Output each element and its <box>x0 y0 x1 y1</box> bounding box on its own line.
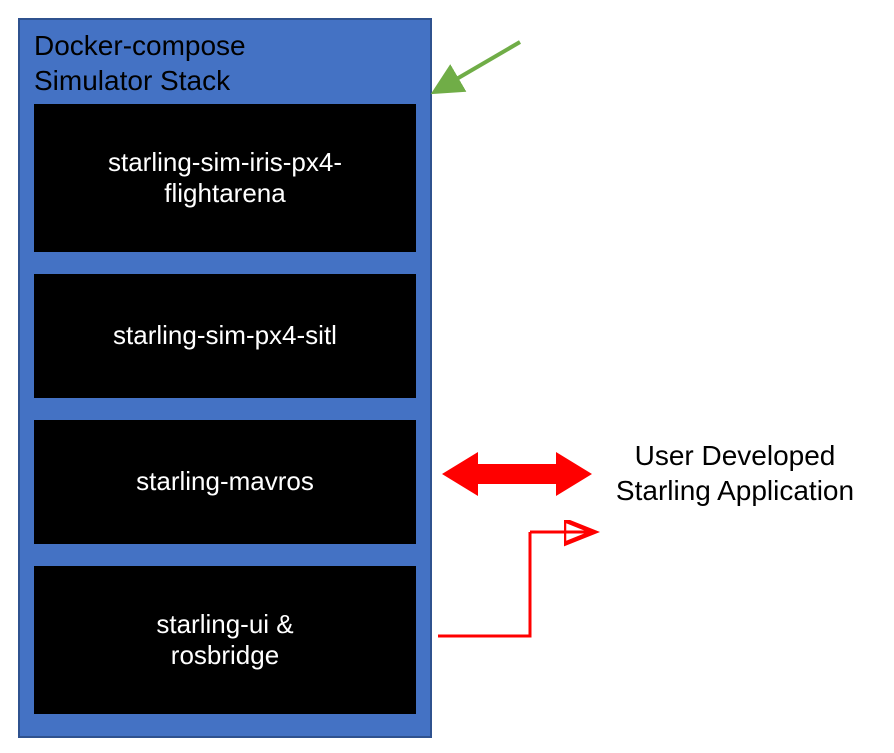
app-label-line1: User Developed <box>635 440 836 471</box>
red-elbow-arrow-icon <box>438 532 588 636</box>
stack-boxes: starling-sim-iris-px4- flightarena starl… <box>20 104 430 728</box>
box-label: flightarena <box>164 178 285 208</box>
app-label-line2: Starling Application <box>616 475 854 506</box>
box-label: starling-sim-iris-px4- <box>108 147 342 177</box>
stack-title-line2: Simulator Stack <box>34 65 230 96</box>
red-double-arrow-icon <box>442 452 592 496</box>
simulator-stack-container: Docker-compose Simulator Stack starling-… <box>18 18 432 738</box>
box-label: starling-mavros <box>136 466 314 496</box>
stack-title-line1: Docker-compose <box>34 30 246 61</box>
box-label: starling-sim-px4-sitl <box>113 320 337 350</box>
stack-box-mavros: starling-mavros <box>34 420 416 544</box>
stack-box-ui-rosbridge: starling-ui & rosbridge <box>34 566 416 714</box>
stack-box-sim-px4-sitl: starling-sim-px4-sitl <box>34 274 416 398</box>
user-app-label: User Developed Starling Application <box>590 438 880 508</box>
stack-box-sim-iris-px4-flightarena: starling-sim-iris-px4- flightarena <box>34 104 416 252</box>
green-arrow-icon <box>448 42 520 84</box>
box-label: rosbridge <box>171 640 279 670</box>
stack-title: Docker-compose Simulator Stack <box>20 20 430 104</box>
box-label: starling-ui & <box>156 609 293 639</box>
